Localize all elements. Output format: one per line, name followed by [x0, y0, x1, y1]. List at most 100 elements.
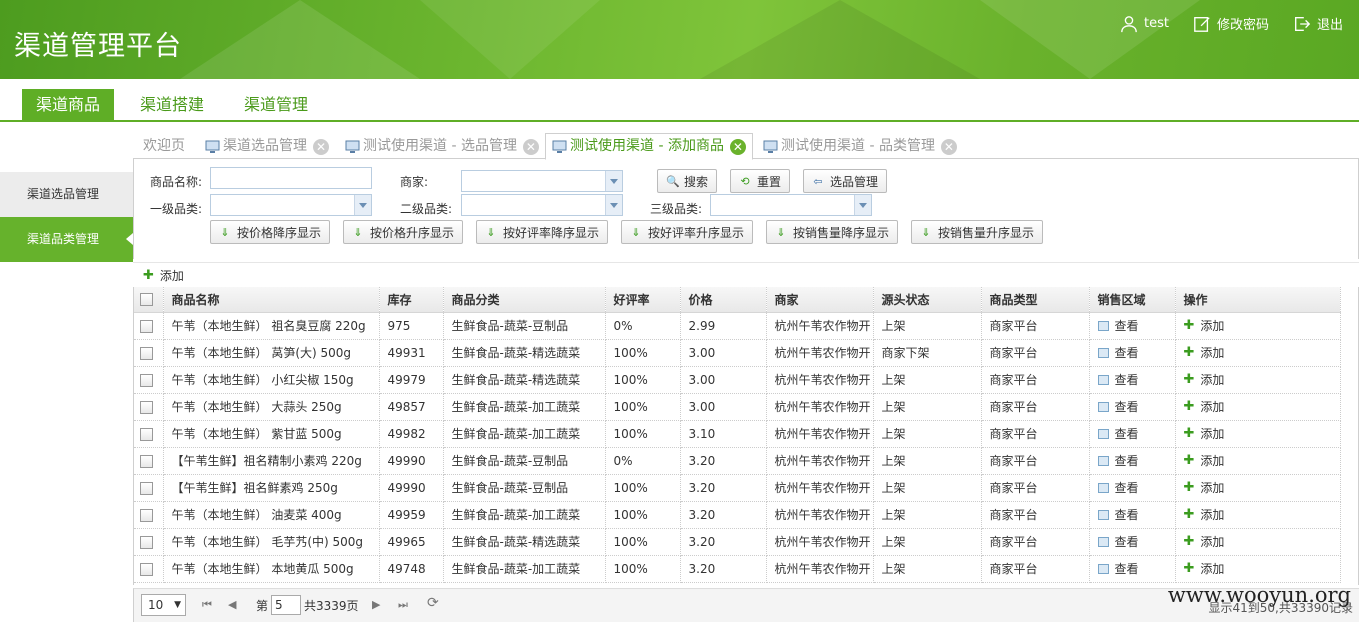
search-button[interactable]: 🔍 搜索 [657, 169, 718, 193]
col-header[interactable]: 商品分类 [443, 287, 606, 313]
refresh-icon[interactable]: ⟳ [427, 595, 439, 611]
add-row-button[interactable]: ✚ 添加 [1184, 398, 1340, 415]
col-header[interactable]: 商家 [766, 287, 874, 313]
page-size-select[interactable]: 10 [141, 594, 186, 616]
add-row-button[interactable]: ✚ 添加 [1184, 506, 1340, 523]
sort-sales-desc-button[interactable]: ⇓ 按销售量降序显示 [766, 220, 899, 244]
add-row-button[interactable]: ✚ 添加 [1184, 560, 1340, 577]
row-checkbox[interactable] [134, 366, 164, 394]
table-row[interactable]: 午苇（本地生鲜） 莴笋(大) 500g 49931 生鲜食品-蔬菜-精选蔬菜 100%… [134, 339, 1341, 367]
row-checkbox[interactable] [134, 528, 164, 556]
table-cell: 3.00 [680, 366, 767, 394]
view-button[interactable]: 查看 [1097, 317, 1175, 334]
view-button[interactable]: 查看 [1097, 371, 1175, 388]
cat3-select[interactable] [710, 194, 872, 216]
col-header[interactable]: 价格 [680, 287, 767, 313]
nav-channel-manage[interactable]: 渠道管理 [230, 89, 322, 120]
table-cell: 3.20 [680, 474, 767, 502]
table-row[interactable]: 【午苇生鲜】祖名精制小素鸡 220g 49990 生鲜食品-蔬菜-豆制品 0% 3.20… [134, 447, 1341, 475]
row-checkbox[interactable] [134, 339, 164, 367]
chevron-down-icon[interactable] [605, 171, 622, 191]
add-row-button[interactable]: ✚ 添加 [1184, 425, 1340, 442]
view-button[interactable]: 查看 [1097, 425, 1175, 442]
table-row[interactable]: 午苇（本地生鲜） 小红尖椒 150g 49979 生鲜食品-蔬菜-精选蔬菜 100% 3… [134, 366, 1341, 394]
col-header[interactable]: 商品名称 [163, 287, 380, 313]
tab-select-mgmt[interactable]: 渠道选品管理 ✕ [205, 134, 329, 159]
sort-price-desc-button[interactable]: ⇓ 按价格降序显示 [210, 220, 331, 244]
table-row[interactable]: 【午苇生鲜】祖名鲜素鸡 250g 49990 生鲜食品-蔬菜-豆制品 100% 3.20… [134, 474, 1341, 502]
user-link[interactable]: test [1120, 14, 1169, 33]
chevron-down-icon[interactable] [354, 195, 371, 215]
sidebar-item-select-mgmt[interactable]: 渠道选品管理 [0, 172, 133, 217]
table-row[interactable]: 午苇（本地生鲜） 油麦菜 400g 49959 生鲜食品-蔬菜-加工蔬菜 100% 3.… [134, 501, 1341, 529]
row-checkbox[interactable] [134, 393, 164, 421]
add-row-button[interactable]: ✚ 添加 [1184, 344, 1340, 361]
logout-link[interactable]: 退出 [1293, 14, 1343, 33]
change-password-link[interactable]: 修改密码 [1193, 14, 1269, 33]
view-button[interactable]: 查看 [1097, 533, 1175, 550]
close-icon[interactable]: ✕ [940, 138, 957, 155]
chevron-down-icon[interactable] [605, 195, 622, 215]
select-mgmt-button[interactable]: ⇦ 选品管理 [803, 169, 888, 193]
next-page-icon[interactable]: ▶ [372, 598, 380, 611]
add-row-button[interactable]: ✚ 添加 [1184, 452, 1340, 469]
sort-rating-asc-button[interactable]: ⇓ 按好评率升序显示 [621, 220, 754, 244]
nav-channel-build[interactable]: 渠道搭建 [126, 89, 218, 120]
col-header[interactable]: 源头状态 [873, 287, 982, 313]
col-header[interactable]: 商品类型 [981, 287, 1090, 313]
tab-test-category-mgmt[interactable]: 测试使用渠道 - 品类管理 ✕ [763, 134, 957, 159]
product-name-input[interactable] [210, 167, 372, 189]
select-all-checkbox[interactable] [134, 287, 164, 313]
row-checkbox[interactable] [134, 312, 164, 340]
row-checkbox[interactable] [134, 420, 164, 448]
view-button[interactable]: 查看 [1097, 506, 1175, 523]
chevron-down-icon[interactable] [854, 195, 871, 215]
view-button[interactable]: 查看 [1097, 479, 1175, 496]
add-button[interactable]: ✚ 添加 [143, 267, 184, 284]
col-header[interactable]: 库存 [379, 287, 444, 313]
page-number-input[interactable]: 5 [271, 595, 301, 615]
col-header[interactable]: 操作 [1175, 287, 1341, 313]
add-row-button[interactable]: ✚ 添加 [1184, 317, 1340, 334]
table-row[interactable]: 午苇（本地生鲜） 祖名臭豆腐 220g 975 生鲜食品-蔬菜-豆制品 0% 2.99 杭… [134, 312, 1341, 340]
sort-sales-asc-button[interactable]: ⇓ 按销售量升序显示 [911, 220, 1044, 244]
table-row[interactable]: 午苇（本地生鲜） 紫甘蓝 500g 49982 生鲜食品-蔬菜-加工蔬菜 100% 3.… [134, 420, 1341, 448]
view-button[interactable]: 查看 [1097, 452, 1175, 469]
last-page-icon[interactable]: ⏭ [398, 598, 408, 612]
view-button[interactable]: 查看 [1097, 344, 1175, 361]
sidebar-item-category-mgmt[interactable]: 渠道品类管理 [0, 217, 133, 262]
merchant-select[interactable] [461, 170, 623, 192]
nav-channel-products[interactable]: 渠道商品 [22, 89, 115, 120]
sort-icon: ⇓ [631, 225, 641, 239]
view-button[interactable]: 查看 [1097, 398, 1175, 415]
close-icon[interactable]: ✕ [729, 138, 746, 155]
row-checkbox[interactable] [134, 555, 164, 583]
tab-test-select-mgmt[interactable]: 测试使用渠道 - 选品管理 ✕ [345, 134, 539, 159]
col-header[interactable]: 销售区域 [1089, 287, 1176, 313]
close-icon[interactable]: ✕ [313, 138, 329, 155]
table-row[interactable]: 午苇（本地生鲜） 大蒜头 250g 49857 生鲜食品-蔬菜-加工蔬菜 100% 3.… [134, 393, 1341, 421]
close-icon[interactable]: ✕ [522, 138, 539, 155]
sort-rating-desc-button[interactable]: ⇓ 按好评率降序显示 [476, 220, 609, 244]
sort-price-asc-button[interactable]: ⇓ 按价格升序显示 [343, 220, 464, 244]
tab-test-add-product[interactable]: 测试使用渠道 - 添加商品 ✕ [545, 133, 753, 160]
table-row[interactable]: 午苇（本地生鲜） 毛芋艿(中) 500g 49965 生鲜食品-蔬菜-精选蔬菜 100… [134, 528, 1341, 556]
table-row[interactable]: 午苇（本地生鲜） 本地黄瓜 500g 49748 生鲜食品-蔬菜-加工蔬菜 100% 3… [134, 555, 1341, 583]
reset-button[interactable]: ⟲ 重置 [730, 169, 791, 193]
view-button[interactable]: 查看 [1097, 560, 1175, 577]
tab-welcome[interactable]: 欢迎页 [143, 134, 185, 159]
cat2-select[interactable] [461, 194, 623, 216]
action-cell: ✚ 添加 [1175, 366, 1341, 394]
cat1-select[interactable] [210, 194, 372, 216]
first-page-icon[interactable]: ⏮ [202, 598, 212, 612]
row-checkbox[interactable] [134, 501, 164, 529]
row-checkbox[interactable] [134, 474, 164, 502]
sales-area-cell: 查看 [1089, 393, 1176, 421]
add-row-button[interactable]: ✚ 添加 [1184, 479, 1340, 496]
prev-page-icon[interactable]: ◀ [228, 598, 236, 611]
col-header[interactable]: 好评率 [605, 287, 681, 313]
row-checkbox[interactable] [134, 447, 164, 475]
table-cell: 生鲜食品-蔬菜-加工蔬菜 [443, 420, 606, 448]
add-row-button[interactable]: ✚ 添加 [1184, 371, 1340, 388]
add-row-button[interactable]: ✚ 添加 [1184, 533, 1340, 550]
